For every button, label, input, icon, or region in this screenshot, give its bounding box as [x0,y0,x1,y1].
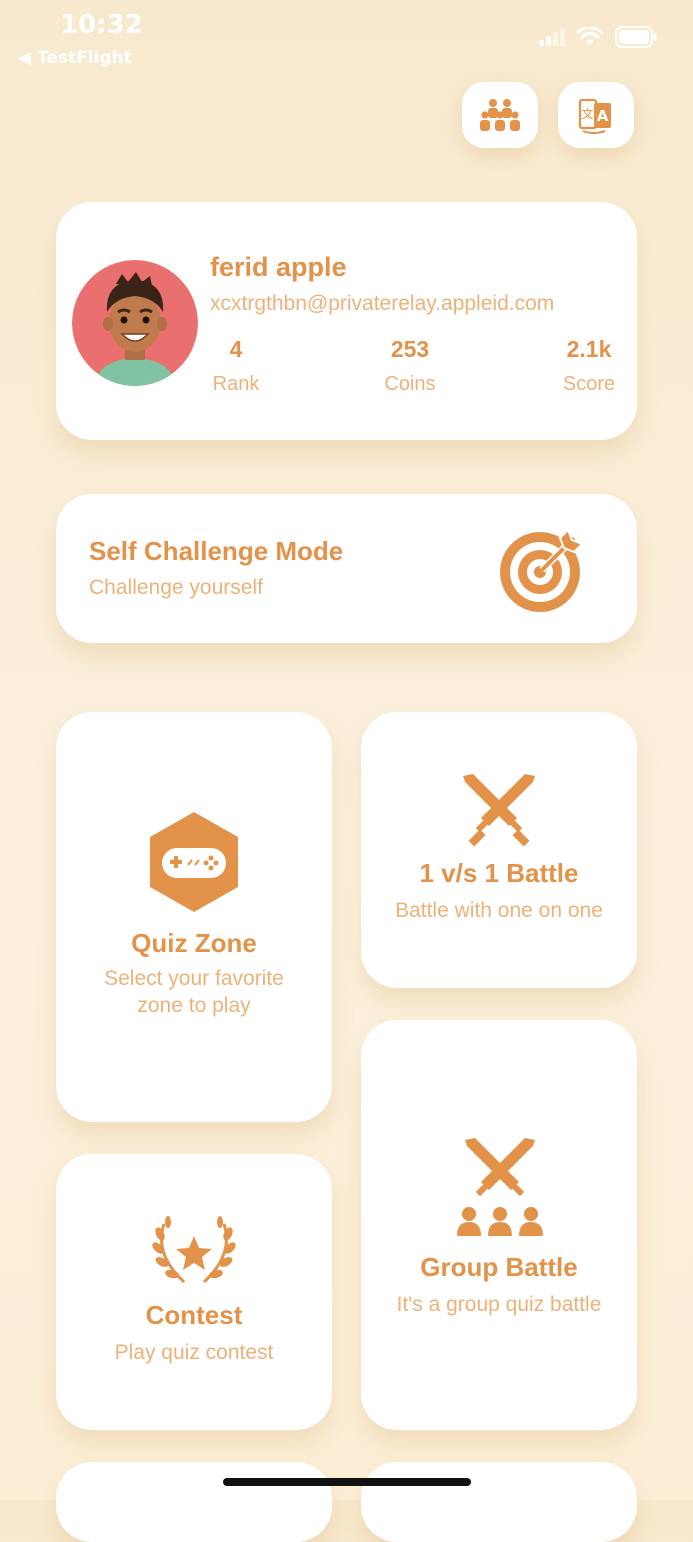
user-avatar-image [72,260,198,386]
group-battle-tile[interactable]: Group Battle It's a group quiz battle [361,1020,637,1430]
target-icon [500,528,584,612]
stat-coins-label: Coins [384,373,436,395]
status-bar: 10:32 ◀ TestFlight [0,0,693,70]
profile-name: ferid apple [210,252,347,282]
profile-email: xcxtrgthbn@privaterelay.appleid.com [210,292,555,315]
battery-icon [615,26,657,48]
group-users-icon [480,99,520,131]
next-tile-left[interactable] [56,1462,332,1542]
status-time: 10:32 [60,10,143,40]
gamepad-icon [150,812,238,912]
home-indicator[interactable] [223,1478,471,1486]
language-button[interactable]: A 文 [558,82,634,148]
stat-score: 2.1k Score [556,336,622,396]
back-to-testflight-link[interactable]: ◀ TestFlight [18,48,132,68]
avatar [72,260,198,386]
stat-score-label: Score [562,373,616,395]
stat-coins: 253 Coins [378,336,442,396]
star-laurel-icon [152,1216,236,1284]
contest-title: Contest [145,1300,243,1330]
svg-text:A: A [597,107,609,125]
self-challenge-subtitle: Challenge yourself [89,576,263,599]
battle-subtitle: Battle with one on one [395,899,603,922]
group-battle-icon [457,1138,543,1236]
wifi-icon [577,27,603,45]
status-icons [539,26,657,48]
leaderboard-button[interactable] [462,82,538,148]
one-vs-one-battle-tile[interactable]: 1 v/s 1 Battle Battle with one on one [361,712,637,988]
profile-card[interactable]: ferid apple xcxtrgthbn@privaterelay.appl… [56,202,637,440]
group-battle-title: Group Battle [420,1252,578,1282]
svg-text:文: 文 [581,106,593,121]
signal-icon [539,28,565,46]
stat-coins-value: 253 [390,336,430,362]
battle-title: 1 v/s 1 Battle [419,858,579,888]
stat-score-value: 2.1k [566,336,612,362]
contest-tile[interactable]: Contest Play quiz contest [56,1154,332,1430]
crossed-swords-icon [463,774,535,847]
stat-rank-label: Rank [212,373,260,395]
quiz-zone-tile[interactable]: Quiz Zone Select your favorite zone to p… [56,712,332,1122]
contest-subtitle: Play quiz contest [114,1341,274,1364]
group-battle-subtitle: It's a group quiz battle [396,1293,602,1316]
stat-rank-value: 4 [229,336,243,362]
self-challenge-card[interactable]: Self Challenge Mode Challenge yourself [56,494,637,643]
next-tile-right[interactable] [361,1462,637,1542]
quiz-zone-subtitle-line1: Select your favorite [104,967,284,990]
translate-icon: A 文 [578,98,611,134]
quiz-zone-subtitle-line2: zone to play [137,994,251,1017]
stat-rank: 4 Rank [210,336,262,396]
quiz-zone-title: Quiz Zone [131,928,257,958]
self-challenge-title: Self Challenge Mode [89,536,344,566]
